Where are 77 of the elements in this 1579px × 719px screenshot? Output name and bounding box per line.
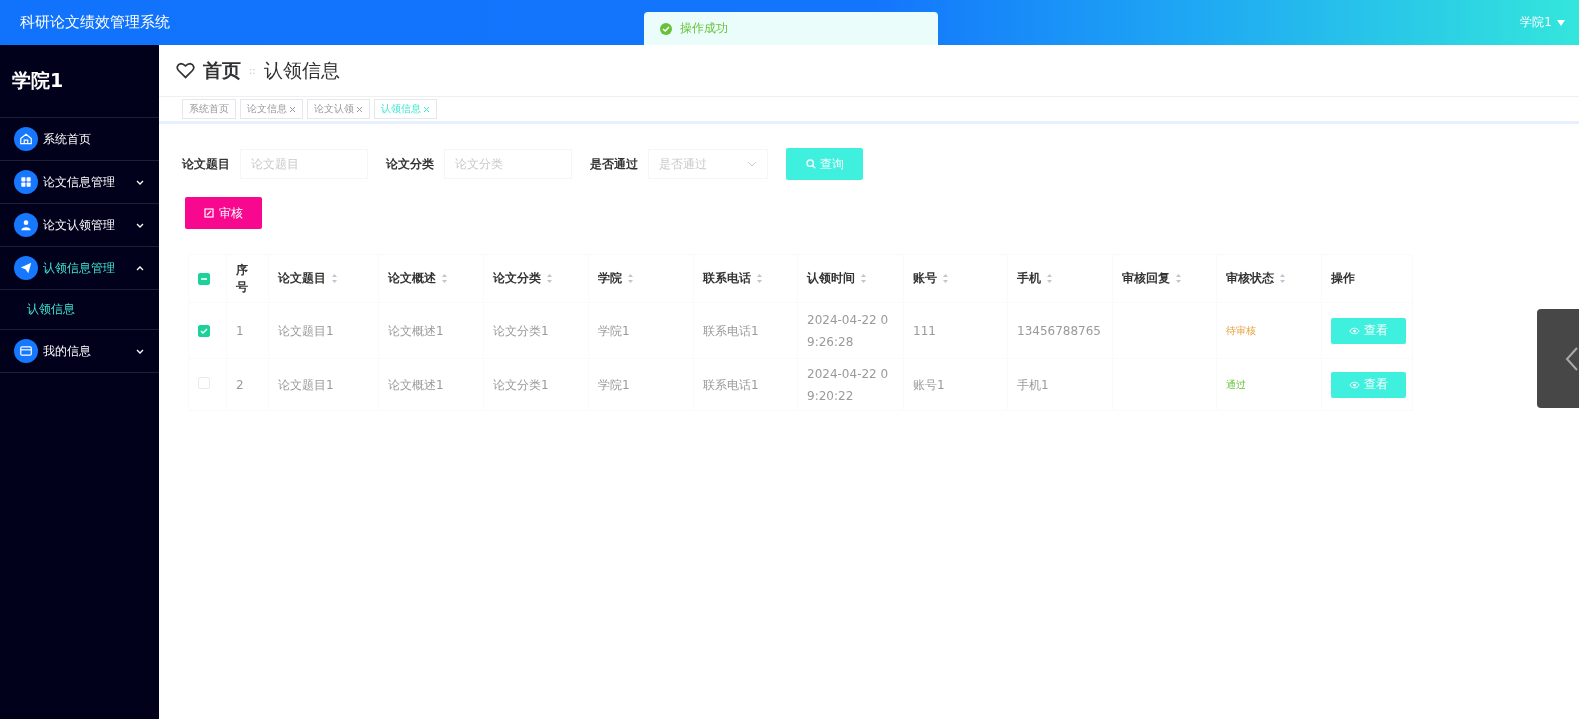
app-title: 科研论文绩效管理系统 [20,13,170,32]
column-header[interactable]: 手机 [1017,271,1041,285]
table-cell: 论文概述1 [388,323,444,338]
column-header[interactable]: 认领时间 [807,271,855,285]
column-header[interactable]: 审核状态 [1226,271,1274,285]
select-all-checkbox[interactable] [198,272,210,285]
status-text: 待审核 [1226,325,1256,336]
check-circle-icon [660,22,672,35]
heart-icon [176,62,195,79]
table-cell: 111 [913,323,936,338]
table-cell: 账号1 [913,377,945,392]
breadcrumb-home[interactable]: 首页 [203,57,241,84]
column-header[interactable]: 论文概述 [388,271,436,285]
table-cell: 论文概述1 [388,377,444,392]
status-text: 通过 [1226,379,1246,390]
sort-icon[interactable] [1046,273,1053,284]
grid-icon [14,170,38,194]
table-cell: 论文题目1 [278,377,334,392]
column-header: 操作 [1331,271,1355,285]
sidebar-item[interactable]: 我的信息 [0,330,159,373]
filter-label: 论文分类 [386,155,434,173]
house-icon [14,127,38,151]
search-icon [805,159,816,169]
sidebar-item[interactable]: 论文认领管理 [0,204,159,247]
caret-icon [1557,19,1565,26]
card-icon [14,339,38,363]
table-cell: 学院1 [598,323,630,338]
paper-plane-icon [14,256,38,280]
row-checkbox[interactable] [198,324,210,337]
chevron-left-icon [1565,345,1579,372]
sort-icon[interactable] [1175,273,1182,284]
toast-message: 操作成功 [680,20,728,37]
sort-icon[interactable] [942,273,949,284]
column-header[interactable]: 论文题目 [278,271,326,285]
sort-icon[interactable] [331,273,338,284]
sort-icon[interactable] [441,273,448,284]
sort-icon[interactable] [1279,273,1286,284]
close-icon[interactable] [289,105,296,113]
table-cell: 联系电话1 [703,377,759,392]
column-header[interactable]: 学院 [598,271,622,285]
sort-icon[interactable] [627,273,634,284]
chevron-icon [747,161,757,167]
eye-icon [1349,326,1360,335]
sort-icon[interactable] [546,273,553,284]
sidebar-item[interactable]: 认领信息管理 [0,247,159,290]
table-cell: 1 [236,323,244,338]
column-header[interactable]: 联系电话 [703,271,751,285]
table-cell: 学院1 [598,377,630,392]
table-cell: 联系电话1 [703,323,759,338]
table-cell: 2 [236,377,244,392]
table-cell: 2024-04-22 09:26:28 [807,312,889,349]
table-cell: 论文题目1 [278,323,334,338]
side-panel-handle[interactable] [1537,309,1579,408]
filter-label: 是否通过 [590,155,638,173]
sidebar-item[interactable]: 论文信息管理 [0,161,159,204]
table-cell: 论文分类1 [493,377,549,392]
breadcrumb-separator: :: [249,65,256,76]
breadcrumb-current: 认领信息 [263,57,340,83]
column-header[interactable]: 论文分类 [493,271,541,285]
user-icon [14,213,38,237]
column-header[interactable]: 审核回复 [1122,271,1170,285]
edit-icon [204,208,214,218]
filter-label: 论文题目 [182,155,230,173]
close-icon[interactable] [356,105,363,113]
eye-icon [1349,380,1360,389]
table-cell: 手机1 [1017,377,1049,392]
sort-icon[interactable] [860,273,867,284]
table-cell: 论文分类1 [493,323,549,338]
close-icon[interactable] [423,105,430,113]
sidebar-item[interactable]: 系统首页 [0,118,159,161]
table-cell: 2024-04-22 09:20:22 [807,366,889,403]
review-button[interactable]: 审核 [185,197,262,229]
column-header[interactable]: 账号 [913,271,937,285]
column-header: 序号 [236,262,248,294]
check-icon [200,326,208,335]
table-cell: 13456788765 [1017,323,1101,338]
sort-icon[interactable] [756,273,763,284]
